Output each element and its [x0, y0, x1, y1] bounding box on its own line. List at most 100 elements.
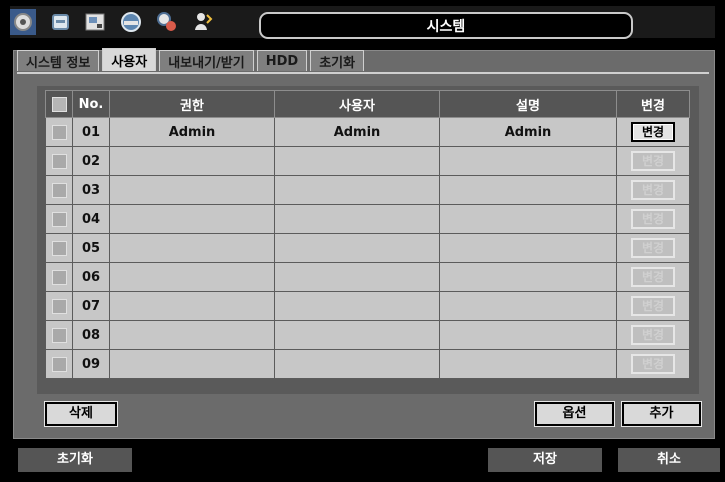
delete-button[interactable]: 삭제	[45, 402, 117, 426]
row-checkbox[interactable]	[51, 124, 67, 140]
row-change-cell: 변경	[616, 349, 690, 379]
row-select-cell	[45, 117, 73, 147]
change-button[interactable]: 변경	[631, 122, 675, 142]
tab-system-info[interactable]: 시스템 정보	[17, 50, 100, 71]
row-select-cell	[45, 262, 73, 292]
row-user	[274, 320, 440, 350]
select-all-checkbox[interactable]	[51, 96, 67, 112]
row-change-cell: 변경	[616, 175, 690, 205]
tab-bar: 시스템 정보 사용자 내보내기/받기 HDD 초기화	[17, 48, 367, 73]
row-user	[274, 262, 440, 292]
recorder-icon[interactable]	[82, 9, 108, 35]
tab-hdd[interactable]: HDD	[256, 50, 308, 71]
globe-icon[interactable]	[118, 9, 144, 35]
change-button: 변경	[631, 151, 675, 171]
change-button: 변경	[631, 296, 675, 316]
table-row[interactable]: 04 변경	[45, 204, 690, 234]
row-role	[109, 204, 275, 234]
row-description	[439, 146, 617, 176]
user-table: No. 권한 사용자 설명 변경 01 Admin Admin Admin 변경 02 변경…	[45, 90, 690, 379]
row-role	[109, 349, 275, 379]
row-no: 08	[72, 320, 110, 350]
change-button: 변경	[631, 267, 675, 287]
row-role	[109, 291, 275, 321]
row-checkbox[interactable]	[51, 153, 67, 169]
row-checkbox[interactable]	[51, 269, 67, 285]
top-toolbar: 시스템	[10, 6, 715, 39]
network-icon[interactable]	[154, 9, 180, 35]
table-row[interactable]: 05 변경	[45, 233, 690, 263]
row-checkbox[interactable]	[51, 327, 67, 343]
add-button[interactable]: 추가	[622, 402, 701, 426]
row-user: Admin	[274, 117, 440, 147]
table-row[interactable]: 08 변경	[45, 320, 690, 350]
row-change-cell: 변경	[616, 233, 690, 263]
row-no: 05	[72, 233, 110, 263]
row-no: 07	[72, 291, 110, 321]
table-row[interactable]: 07 변경	[45, 291, 690, 321]
row-checkbox[interactable]	[51, 356, 67, 372]
row-role	[109, 320, 275, 350]
row-description	[439, 204, 617, 234]
row-user	[274, 349, 440, 379]
row-select-cell	[45, 175, 73, 205]
row-user	[274, 175, 440, 205]
change-button: 변경	[631, 354, 675, 374]
user-icon[interactable]	[190, 9, 216, 35]
header-role: 권한	[109, 90, 275, 118]
row-change-cell: 변경	[616, 262, 690, 292]
header-no: No.	[72, 90, 110, 118]
row-select-cell	[45, 146, 73, 176]
row-description	[439, 349, 617, 379]
table-row[interactable]: 06 변경	[45, 262, 690, 292]
tab-reset[interactable]: 초기화	[310, 50, 365, 71]
cup-icon[interactable]	[48, 9, 74, 35]
header-description: 설명	[439, 90, 617, 118]
row-change-cell: 변경	[616, 204, 690, 234]
row-change-cell: 변경	[616, 146, 690, 176]
header-change: 변경	[616, 90, 690, 118]
tab-divider	[17, 72, 709, 74]
table-row[interactable]: 01 Admin Admin Admin 변경	[45, 117, 690, 147]
gear-icon[interactable]	[10, 9, 36, 35]
row-select-cell	[45, 349, 73, 379]
row-role	[109, 233, 275, 263]
save-button[interactable]: 저장	[488, 448, 602, 472]
table-row[interactable]: 09 변경	[45, 349, 690, 379]
row-select-cell	[45, 204, 73, 234]
row-user	[274, 233, 440, 263]
tab-export-import[interactable]: 내보내기/받기	[159, 50, 254, 71]
row-change-cell: 변경	[616, 320, 690, 350]
cancel-button[interactable]: 취소	[618, 448, 720, 472]
row-description	[439, 233, 617, 263]
window-title: 시스템	[259, 12, 633, 39]
row-select-cell	[45, 291, 73, 321]
row-checkbox[interactable]	[51, 298, 67, 314]
tab-users[interactable]: 사용자	[102, 48, 157, 71]
row-change-cell: 변경	[616, 291, 690, 321]
row-checkbox[interactable]	[51, 182, 67, 198]
row-no: 04	[72, 204, 110, 234]
row-role	[109, 262, 275, 292]
row-no: 02	[72, 146, 110, 176]
row-no: 06	[72, 262, 110, 292]
row-select-cell	[45, 320, 73, 350]
change-button: 변경	[631, 238, 675, 258]
row-role	[109, 146, 275, 176]
option-button[interactable]: 옵션	[535, 402, 614, 426]
row-checkbox[interactable]	[51, 240, 67, 256]
row-description	[439, 175, 617, 205]
table-row[interactable]: 02 변경	[45, 146, 690, 176]
header-user: 사용자	[274, 90, 440, 118]
reset-button[interactable]: 초기화	[18, 448, 132, 472]
row-description	[439, 291, 617, 321]
change-button: 변경	[631, 180, 675, 200]
row-role	[109, 175, 275, 205]
row-user	[274, 204, 440, 234]
row-description: Admin	[439, 117, 617, 147]
table-header-row: No. 권한 사용자 설명 변경	[45, 90, 690, 118]
row-description	[439, 320, 617, 350]
row-user	[274, 291, 440, 321]
table-row[interactable]: 03 변경	[45, 175, 690, 205]
row-checkbox[interactable]	[51, 211, 67, 227]
